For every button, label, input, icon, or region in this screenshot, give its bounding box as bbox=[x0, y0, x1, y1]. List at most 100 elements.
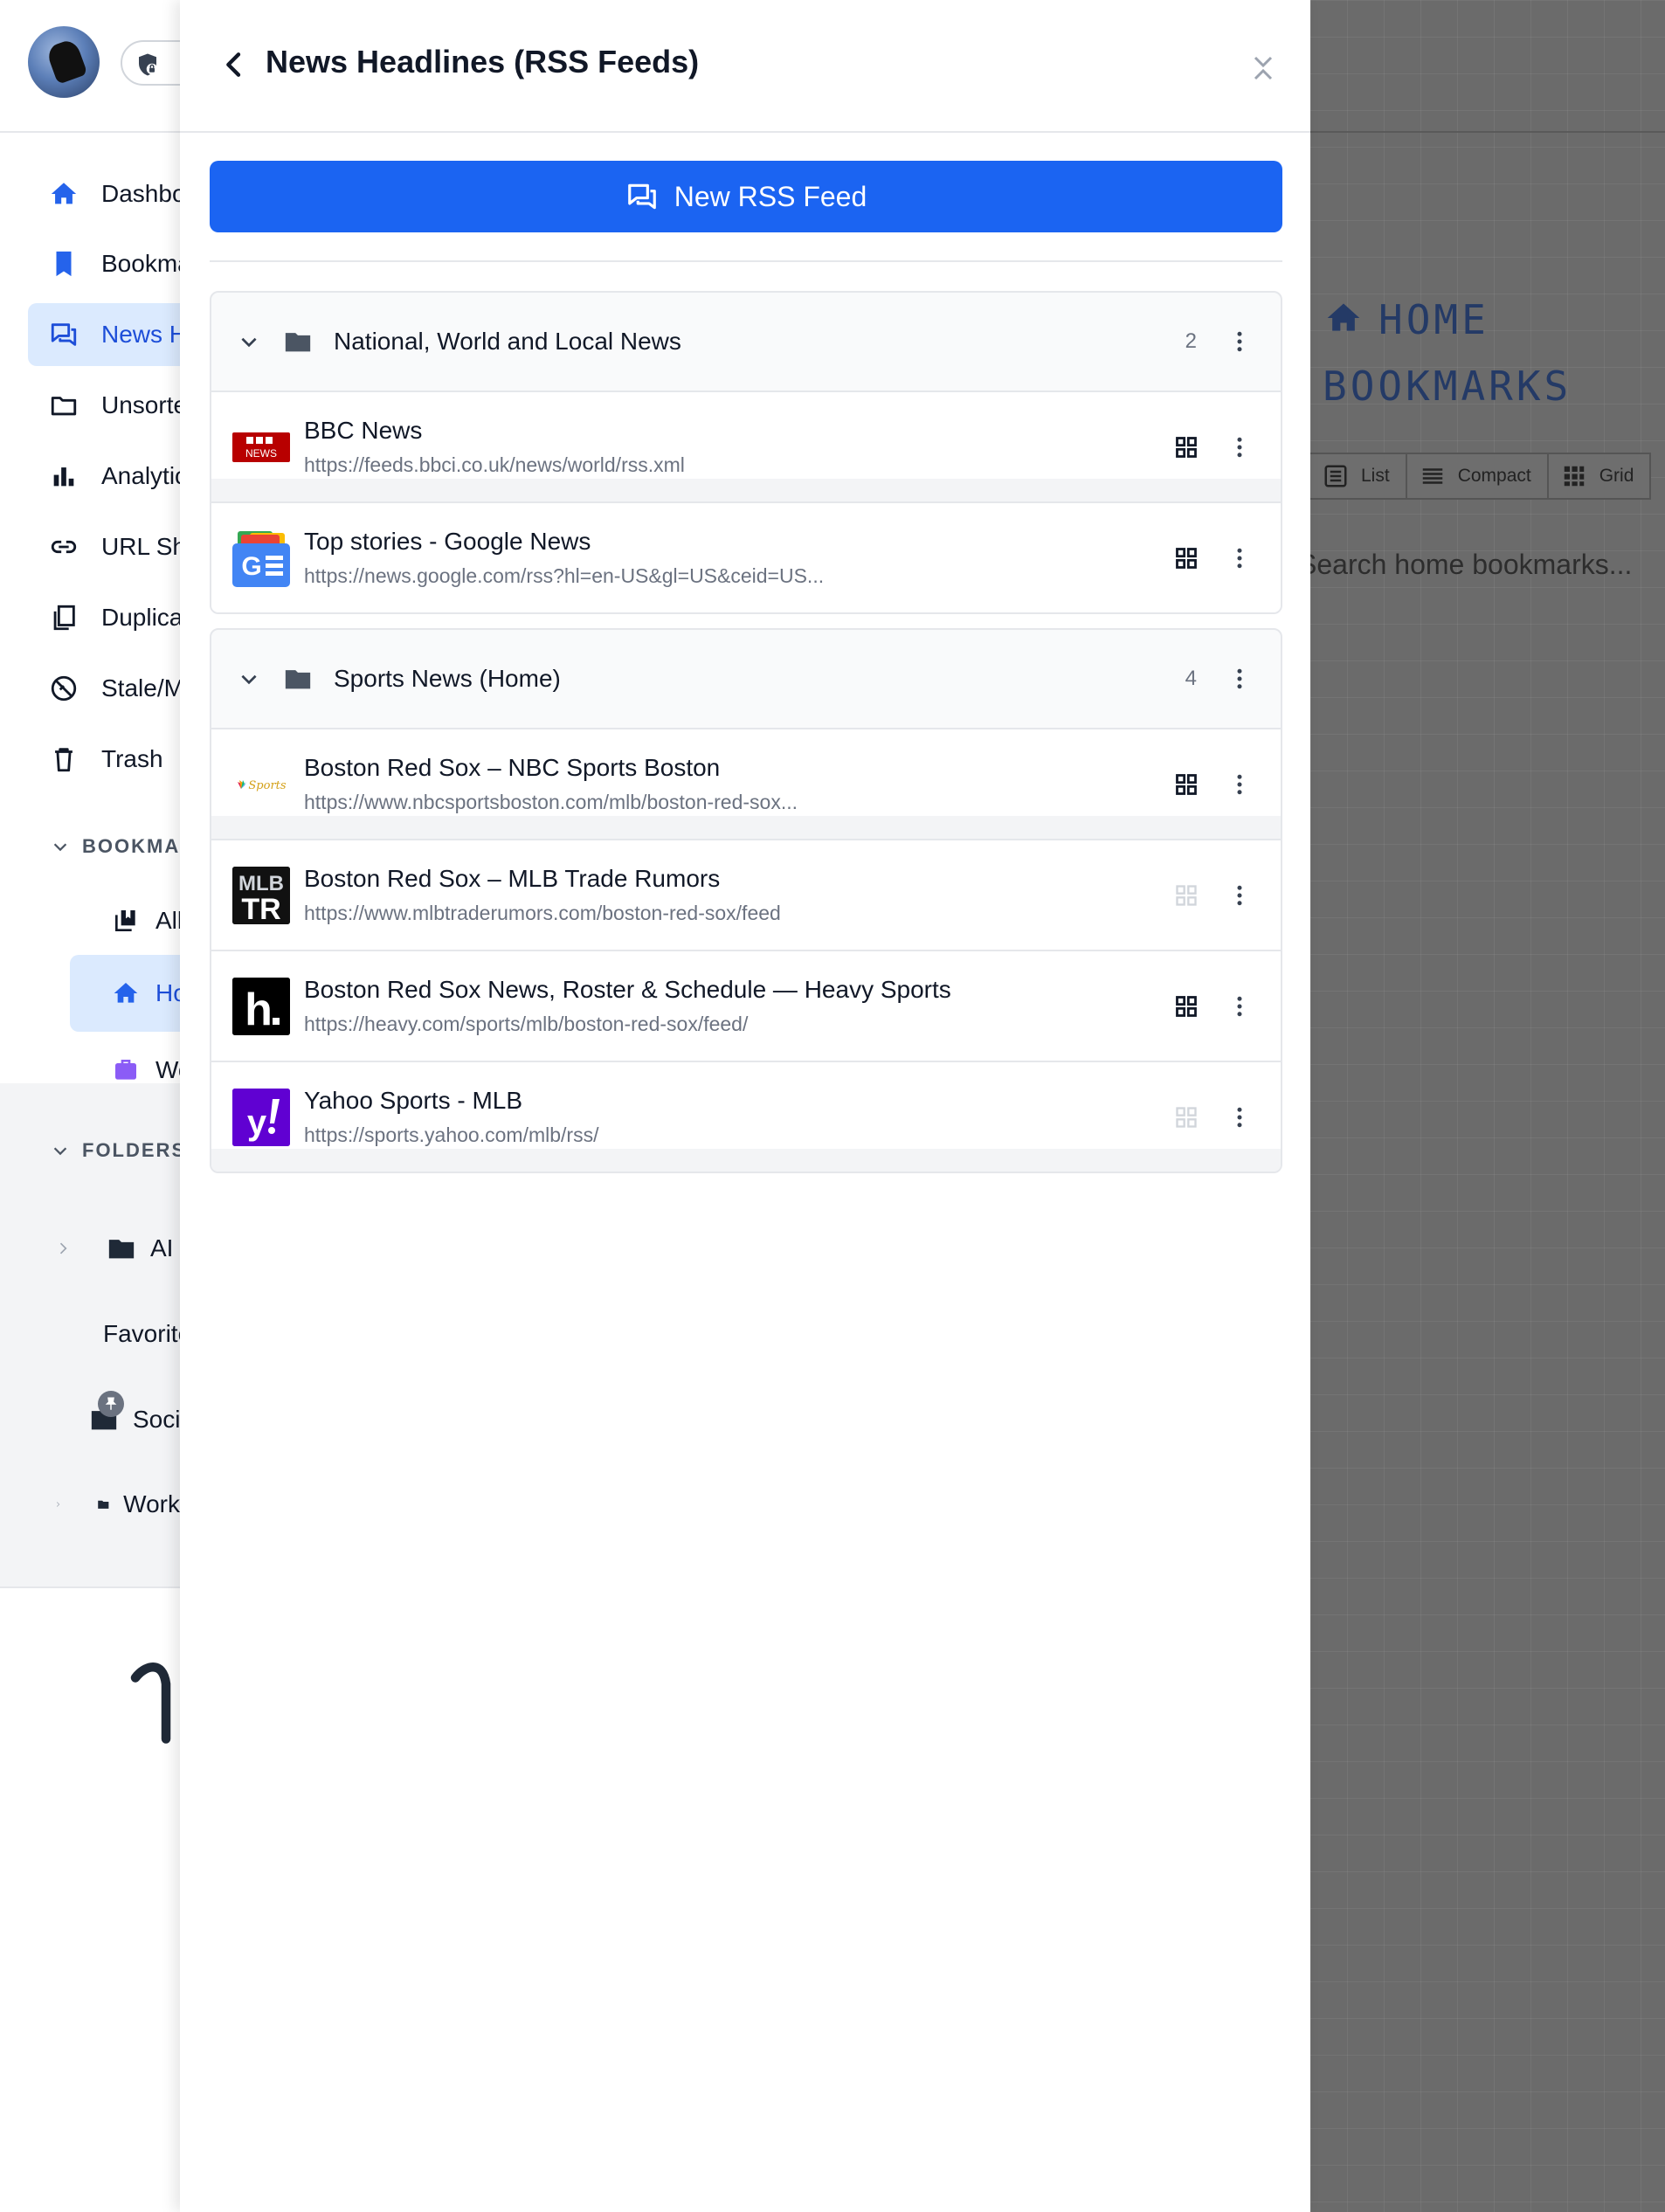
feed-row[interactable]: G Top stories - Google News https://news… bbox=[211, 501, 1281, 612]
drawer-divider bbox=[210, 260, 1282, 262]
svg-text:G: G bbox=[241, 552, 261, 581]
view-mode-bar: List Compact Grid bbox=[1310, 453, 1652, 500]
folder-item-social[interactable]: Social bbox=[0, 1380, 180, 1459]
shield-lock-icon bbox=[139, 53, 158, 76]
feed-row[interactable]: NEWS BBC News https://feeds.bbci.co.uk/n… bbox=[211, 391, 1281, 501]
feed-row[interactable]: y Yahoo Sports - MLB https://sports.yaho… bbox=[211, 1061, 1281, 1172]
more-vertical-icon[interactable] bbox=[1226, 882, 1253, 909]
heavy-logo: h bbox=[232, 977, 290, 1035]
feed-row[interactable]: MLB TR Boston Red Sox – MLB Trade Rumors … bbox=[211, 839, 1281, 950]
feed-name: Boston Red Sox – MLB Trade Rumors bbox=[304, 865, 721, 892]
background-main-content: HOME BOOKMARKS List Compact Grid Search … bbox=[1310, 0, 1665, 2212]
bookmark-item-all[interactable]: All bbox=[70, 882, 180, 959]
folder-item-favorites[interactable]: Favorites bbox=[0, 1295, 180, 1373]
new-rss-feed-button[interactable]: New RSS Feed bbox=[210, 161, 1282, 232]
sidebar-item-duplicates[interactable]: Duplicates bbox=[28, 586, 180, 649]
library-icon bbox=[115, 910, 135, 931]
folder-item-ai[interactable]: AI bbox=[0, 1209, 180, 1288]
compact-view-icon bbox=[1422, 468, 1442, 484]
feed-group-count: 4 bbox=[1185, 667, 1197, 690]
feed-url: https://sports.yahoo.com/mlb/rss/ bbox=[304, 1123, 599, 1146]
chevron-right-icon bbox=[56, 1502, 60, 1507]
feed-row[interactable]: Sports Boston Red Sox – NBC Sports Bosto… bbox=[211, 728, 1281, 839]
row-shade bbox=[211, 1149, 1281, 1172]
collapse-icon[interactable] bbox=[1247, 52, 1279, 84]
sidebar-item-stale-missing[interactable]: Stale/Missing bbox=[28, 657, 180, 720]
drawer-header: News Headlines (RSS Feeds) bbox=[180, 0, 1310, 133]
rss-feeds-drawer: News Headlines (RSS Feeds) New RSS Feed … bbox=[180, 0, 1310, 2212]
grid-view-icon-disabled[interactable] bbox=[1174, 883, 1199, 908]
grid-view-icon[interactable] bbox=[1174, 772, 1199, 797]
rss-chat-icon bbox=[51, 323, 77, 346]
grid-view-icon[interactable] bbox=[1174, 435, 1199, 460]
more-vertical-icon[interactable] bbox=[1226, 434, 1253, 460]
bookmark-item-label: Work bbox=[155, 1056, 180, 1083]
feed-url: https://feeds.bbci.co.uk/news/world/rss.… bbox=[304, 453, 685, 476]
bookmarks-section-toggle[interactable]: BOOKMARKS bbox=[52, 835, 180, 858]
sidebar-item-url-shortener[interactable]: URL Shortener bbox=[28, 515, 180, 578]
drawer-title: News Headlines (RSS Feeds) bbox=[266, 44, 700, 79]
more-vertical-icon[interactable] bbox=[1226, 1104, 1253, 1130]
sidebar-item-bookmarks[interactable]: Bookmarks bbox=[28, 232, 180, 295]
feed-group-header[interactable]: National, World and Local News 2 bbox=[211, 293, 1281, 391]
chevron-down-icon bbox=[53, 843, 67, 852]
sidebar-item-label: Stale/Missing bbox=[101, 674, 180, 702]
more-vertical-icon[interactable] bbox=[1226, 993, 1253, 1020]
sidebar-item-unsorted[interactable]: Unsorted bbox=[28, 374, 180, 437]
yahoo-sports-logo: y bbox=[232, 1088, 290, 1146]
view-grid-button[interactable]: Grid bbox=[1549, 454, 1652, 498]
bookmark-item-home[interactable]: Home bbox=[70, 955, 180, 1032]
header-divider bbox=[1310, 131, 1665, 133]
sidebar-item-trash[interactable]: Trash bbox=[28, 728, 180, 791]
view-list-button[interactable]: List bbox=[1310, 454, 1407, 498]
privacy-toggle[interactable] bbox=[121, 40, 180, 86]
grid-view-icon[interactable] bbox=[1174, 994, 1199, 1019]
folder-item-work[interactable]: Work bbox=[0, 1465, 180, 1544]
svg-text:NEWS: NEWS bbox=[245, 447, 277, 460]
feed-name: Boston Red Sox News, Roster & Schedule —… bbox=[304, 976, 951, 1003]
bookmarks-heading: BOOKMARKS bbox=[82, 835, 180, 857]
sidebar-header bbox=[0, 0, 180, 133]
feed-url: https://heavy.com/sports/mlb/boston-red-… bbox=[304, 1013, 749, 1035]
feed-name: Top stories - Google News bbox=[304, 528, 591, 555]
sidebar-item-label: Bookmarks bbox=[101, 250, 180, 277]
grid-view-icon-disabled[interactable] bbox=[1174, 1105, 1199, 1130]
feed-group-sports-news: Sports News (Home) 4 Sports Boston Red S… bbox=[210, 628, 1282, 1173]
grid-view-icon[interactable] bbox=[1174, 546, 1199, 570]
sidebar-item-news-headlines[interactable]: News Headlines bbox=[28, 303, 180, 366]
view-compact-button[interactable]: Compact bbox=[1407, 454, 1549, 498]
view-grid-label: Grid bbox=[1599, 466, 1634, 486]
bookmark-item-label: Home bbox=[155, 979, 180, 1006]
folder-icon bbox=[108, 1240, 135, 1259]
feed-name: BBC News bbox=[304, 417, 423, 444]
new-rss-feed-label: New RSS Feed bbox=[674, 180, 867, 212]
svg-text:Sports: Sports bbox=[248, 779, 286, 792]
avatar[interactable] bbox=[28, 26, 100, 98]
sidebar-item-analytics[interactable]: Analytics bbox=[28, 445, 180, 508]
feed-url: https://www.nbcsportsboston.com/mlb/bost… bbox=[304, 791, 798, 813]
more-vertical-icon[interactable] bbox=[1226, 328, 1253, 355]
chevron-down-icon[interactable] bbox=[238, 330, 260, 353]
back-arrow-icon[interactable] bbox=[217, 47, 252, 82]
feed-group-national-news: National, World and Local News 2 NEWS BB… bbox=[210, 291, 1282, 614]
feed-group-name: Sports News (Home) bbox=[334, 665, 561, 692]
sidebar-item-label: URL Shortener bbox=[101, 533, 180, 560]
chevron-down-icon[interactable] bbox=[238, 667, 260, 690]
sidebar-item-dashboard[interactable]: Dashboard bbox=[28, 162, 180, 225]
folders-section-toggle[interactable]: FOLDERS bbox=[52, 1139, 180, 1162]
more-vertical-icon[interactable] bbox=[1226, 666, 1253, 692]
rss-chat-icon bbox=[627, 183, 656, 210]
more-vertical-icon[interactable] bbox=[1226, 545, 1253, 571]
sidebar-item-label: Dashboard bbox=[101, 180, 180, 207]
more-vertical-icon[interactable] bbox=[1226, 771, 1253, 798]
folders-heading: FOLDERS bbox=[82, 1139, 180, 1161]
feed-name: Yahoo Sports - MLB bbox=[304, 1087, 523, 1114]
row-shade bbox=[211, 479, 1281, 501]
folder-label: Favorites bbox=[103, 1320, 180, 1347]
sidebar-item-label: Unsorted bbox=[101, 391, 180, 418]
feed-group-header[interactable]: Sports News (Home) 4 bbox=[211, 630, 1281, 728]
svg-text:TR: TR bbox=[241, 893, 280, 924]
chevron-down-icon bbox=[53, 1147, 67, 1156]
view-list-label: List bbox=[1361, 466, 1390, 486]
feed-row[interactable]: h Boston Red Sox News, Roster & Schedule… bbox=[211, 950, 1281, 1061]
